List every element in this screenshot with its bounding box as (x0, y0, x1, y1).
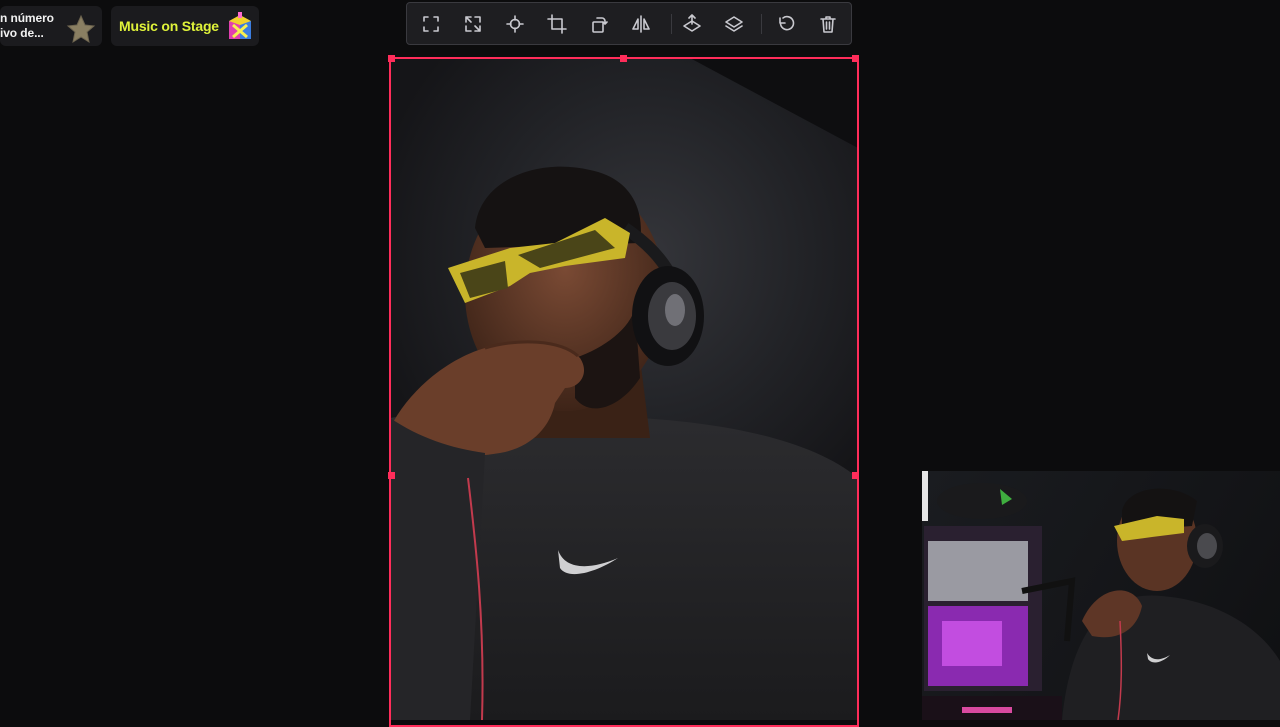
resize-handle-top-left[interactable] (388, 55, 395, 62)
layer-up-icon (683, 14, 701, 32)
layer-toolbar (406, 2, 852, 45)
camera-layer-main[interactable] (390, 58, 858, 720)
send-backward-button[interactable] (722, 12, 746, 36)
alert-chip-1[interactable]: n número ivo de... (0, 6, 102, 46)
bring-forward-button[interactable] (680, 12, 704, 36)
rotate-icon (592, 17, 608, 33)
crosshair-icon (506, 15, 524, 33)
fit-to-screen-button[interactable] (419, 12, 443, 36)
resize-handle-top[interactable] (620, 55, 627, 62)
streamer-room-image (922, 471, 1280, 720)
gift-box-icon (229, 12, 251, 39)
alert-chip-1-text: n número ivo de... (0, 11, 54, 40)
rotate-button[interactable] (587, 12, 611, 36)
star-icon (66, 14, 96, 44)
trash-icon (820, 16, 836, 33)
alert-chip-2[interactable]: Music on Stage (111, 6, 259, 46)
resize-handle-top-right[interactable] (852, 55, 859, 62)
toolbar-separator (671, 14, 672, 34)
alert-chip-2-text: Music on Stage (119, 18, 219, 34)
center-button[interactable] (503, 12, 527, 36)
crop-button[interactable] (545, 12, 569, 36)
stretch-button[interactable] (461, 12, 485, 36)
expand-corners-icon (423, 16, 439, 32)
camera-layer-pip[interactable] (922, 471, 1280, 720)
toolbar-separator (761, 14, 762, 34)
flip-horizontal-icon (632, 15, 650, 33)
delete-button[interactable] (816, 12, 840, 36)
diagonal-arrows-icon (465, 16, 481, 32)
resize-handle-right[interactable] (852, 472, 859, 479)
layer-down-icon (725, 16, 743, 32)
resize-handle-left[interactable] (388, 472, 395, 479)
undo-icon (779, 15, 795, 31)
crop-icon (547, 14, 567, 34)
flip-horizontal-button[interactable] (629, 12, 653, 36)
streamer-camera-image (390, 58, 858, 720)
reset-button[interactable] (774, 12, 798, 36)
